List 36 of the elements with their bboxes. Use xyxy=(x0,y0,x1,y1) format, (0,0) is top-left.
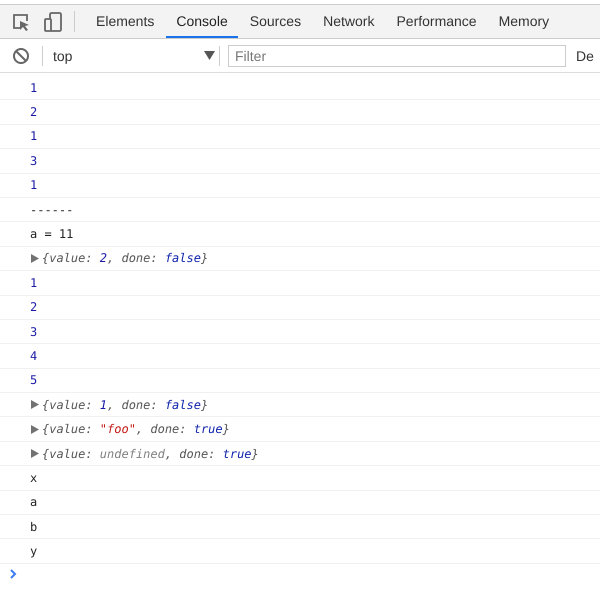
context-selector[interactable]: top xyxy=(49,44,219,68)
expand-triangle-icon[interactable] xyxy=(31,449,39,458)
object-preview: {value: 2, done: false} xyxy=(42,251,208,266)
panel-tab[interactable]: Performance xyxy=(386,5,487,38)
panel-tab[interactable]: Elements xyxy=(86,5,164,38)
object-preview: {value: 1, done: false} xyxy=(42,398,208,412)
console-output: a xyxy=(30,495,38,510)
console-output: 3 xyxy=(30,154,38,168)
prompt-chevron-icon xyxy=(10,568,17,579)
console-output: 4 xyxy=(30,348,38,363)
panel-tab[interactable]: Console xyxy=(166,5,238,38)
expand-triangle-icon[interactable] xyxy=(31,400,39,410)
console-output: 1 xyxy=(30,276,38,290)
console-output: 3 xyxy=(30,324,38,339)
console-output: 1 xyxy=(30,178,38,192)
console-output: a = 11 xyxy=(30,227,74,242)
panel-tab[interactable]: Memory xyxy=(488,5,560,38)
clear-console-icon[interactable] xyxy=(12,46,30,64)
console-output: 1 xyxy=(30,80,38,95)
console-output: 2 xyxy=(30,300,38,314)
console-output: 2 xyxy=(30,105,38,120)
expand-triangle-icon[interactable] xyxy=(31,254,39,263)
console-output: x xyxy=(30,470,38,485)
object-preview: {value: undefined, done: true} xyxy=(42,446,259,461)
console-output: y xyxy=(30,544,38,558)
object-preview: {value: "foo", done: true} xyxy=(42,422,230,436)
panel-tab[interactable]: Network xyxy=(313,5,384,38)
console-output: b xyxy=(30,520,38,534)
console-output: ------ xyxy=(30,202,74,217)
panel-tab[interactable]: Sources xyxy=(240,5,312,38)
log-levels-dropdown[interactable]: De xyxy=(576,48,594,64)
caret-icon xyxy=(204,51,215,60)
console-output: 5 xyxy=(30,373,38,388)
console-output: 1 xyxy=(30,129,38,144)
filter-field[interactable]: Filter xyxy=(228,44,566,66)
expand-triangle-icon[interactable] xyxy=(31,424,39,434)
